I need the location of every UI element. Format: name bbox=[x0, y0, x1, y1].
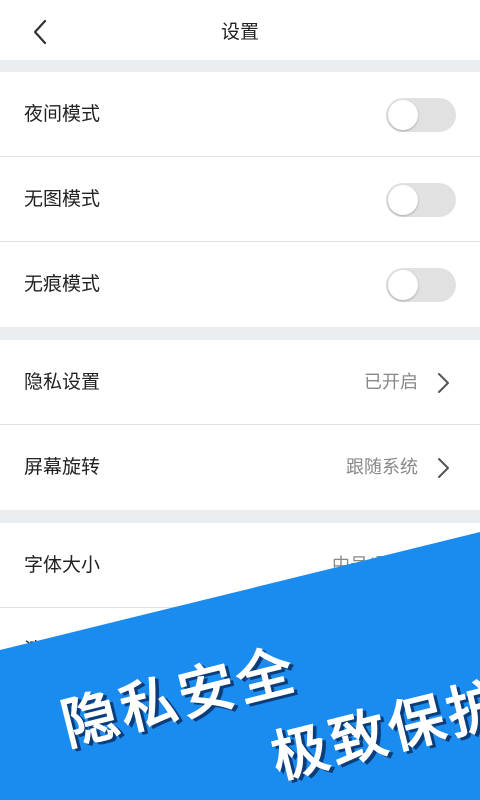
setting-value: 跟随系统 bbox=[346, 457, 418, 478]
chevron-right-icon bbox=[438, 458, 449, 478]
setting-label: 夜间模式 bbox=[24, 103, 101, 125]
setting-row-night-mode: 夜间模式 bbox=[0, 72, 480, 157]
setting-value: 已开启 bbox=[364, 372, 418, 393]
section-divider bbox=[0, 327, 480, 340]
setting-label: 字体大小 bbox=[24, 554, 101, 576]
incognito-mode-toggle[interactable] bbox=[386, 268, 456, 302]
toggle-knob bbox=[388, 270, 418, 300]
chevron-right-icon bbox=[438, 556, 449, 576]
section-divider bbox=[0, 60, 480, 72]
setting-row-no-image-mode: 无图模式 bbox=[0, 157, 480, 242]
setting-row-font-size[interactable]: 字体大小 中号(默认) bbox=[0, 523, 480, 608]
section-divider bbox=[0, 510, 480, 523]
chevron-right-icon bbox=[438, 373, 449, 393]
setting-row-incognito-mode: 无痕模式 bbox=[0, 242, 480, 327]
setting-row-clear[interactable]: 清除 bbox=[0, 608, 480, 693]
setting-row-screen-rotation[interactable]: 屏幕旋转 跟随系统 bbox=[0, 425, 480, 510]
toggle-knob bbox=[388, 100, 418, 130]
setting-label: 无痕模式 bbox=[24, 273, 101, 295]
setting-row-privacy[interactable]: 隐私设置 已开启 bbox=[0, 340, 480, 425]
header-bar: 设置 bbox=[0, 0, 480, 60]
night-mode-toggle[interactable] bbox=[386, 98, 456, 132]
setting-value: 中号(默认) bbox=[331, 555, 418, 576]
setting-label: 清除 bbox=[24, 639, 63, 661]
no-image-mode-toggle[interactable] bbox=[386, 183, 456, 217]
setting-label: 屏幕旋转 bbox=[24, 456, 101, 478]
toggle-knob bbox=[388, 185, 418, 215]
page-title: 设置 bbox=[220, 21, 259, 43]
setting-label: 隐私设置 bbox=[24, 371, 101, 393]
setting-label: 无图模式 bbox=[24, 188, 101, 210]
